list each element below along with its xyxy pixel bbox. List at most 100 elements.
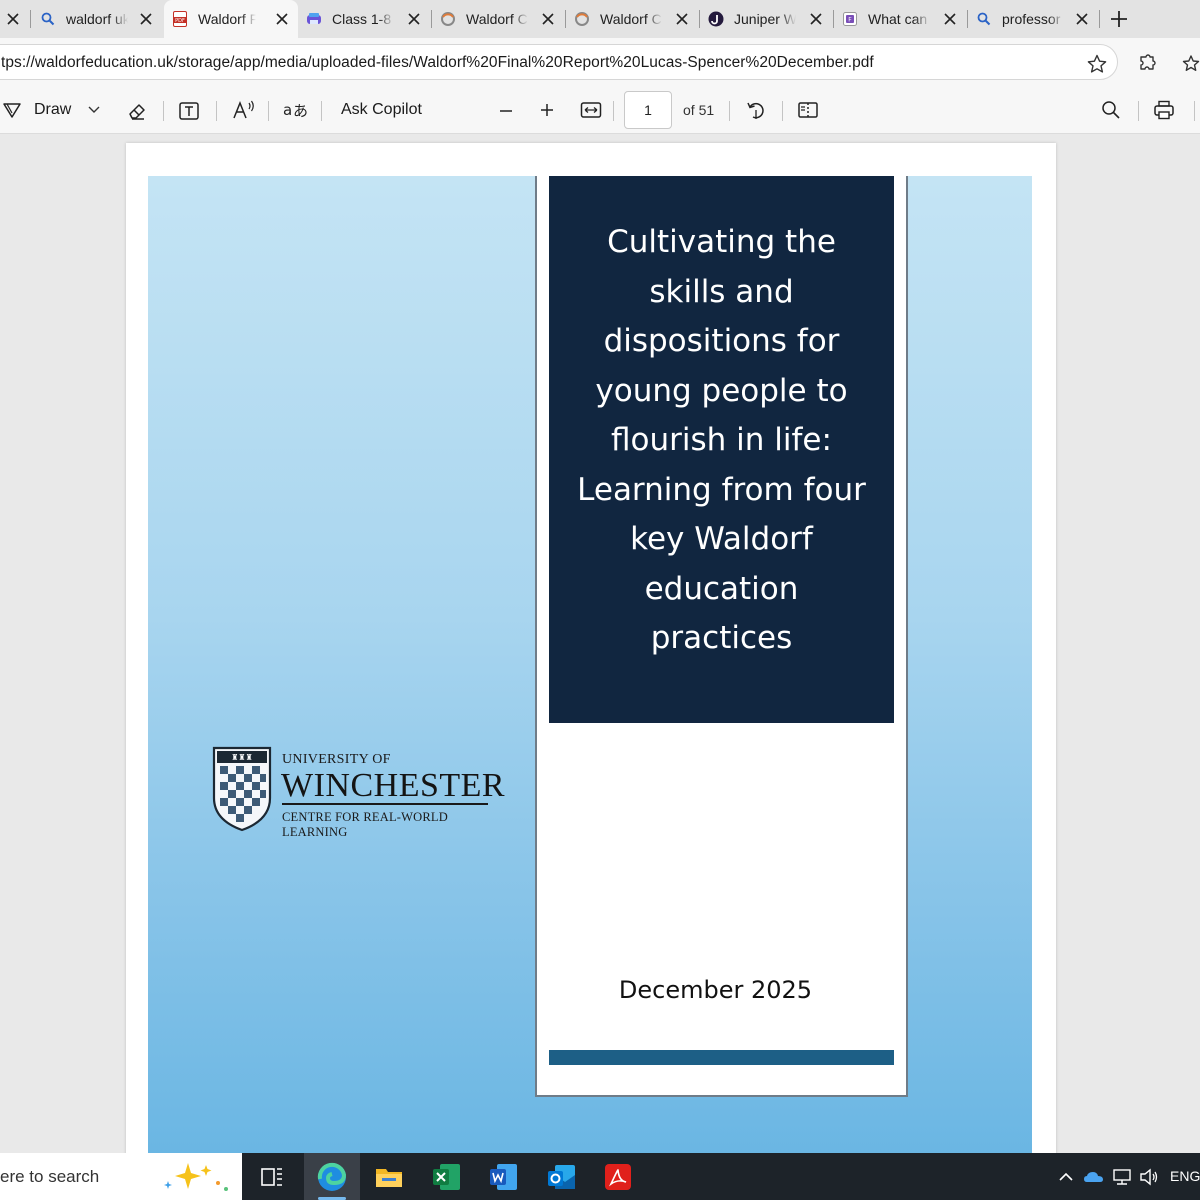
tab-1[interactable]: PDF Waldorf Final Report — [164, 0, 298, 38]
favorites-icon[interactable] — [1182, 53, 1200, 75]
university-logo: ♜♜♜ UNIVERSITY OF WINCHESTER CENTRE FOR … — [212, 746, 506, 839]
toolbar-separator — [613, 101, 614, 121]
draw-button[interactable]: Draw — [34, 101, 71, 119]
zoom-in-icon[interactable] — [539, 102, 555, 118]
svg-text:♜♜♜: ♜♜♜ — [231, 753, 253, 762]
title-line: Cultivating the — [607, 224, 836, 260]
onedrive-icon[interactable] — [1083, 1167, 1105, 1187]
page-number-input[interactable]: 1 — [624, 91, 672, 129]
tab-0[interactable]: waldorf uk — [32, 0, 162, 38]
toolbar-separator — [1194, 101, 1195, 121]
tab-separator — [1099, 10, 1100, 28]
pdf-toolbar: Draw aあ Ask Copilot 1 of 51 — [0, 86, 1200, 134]
tab-separator — [30, 10, 31, 28]
close-icon[interactable] — [406, 11, 422, 27]
close-icon[interactable] — [942, 11, 958, 27]
forms-icon: F — [843, 12, 857, 26]
tab-title: Juniper W — [734, 11, 796, 27]
pdf-icon: PDF — [173, 11, 187, 27]
close-icon[interactable] — [274, 11, 290, 27]
title-card: Cultivating the skills and dispositions … — [535, 176, 908, 1097]
close-icon[interactable] — [540, 11, 556, 27]
rotate-icon[interactable] — [745, 99, 767, 121]
word-icon[interactable] — [487, 1161, 519, 1193]
close-icon[interactable] — [1074, 11, 1090, 27]
volume-icon[interactable] — [1139, 1167, 1159, 1187]
taskbar: ere to search ENG — [0, 1153, 1200, 1200]
fit-width-icon[interactable] — [580, 100, 602, 120]
printer-icon — [307, 13, 321, 24]
search-placeholder[interactable]: ere to search — [0, 1167, 99, 1187]
chevron-down-icon[interactable] — [88, 105, 100, 115]
tab-strip: waldorf uk PDF Waldorf Final Report Clas… — [0, 0, 1200, 38]
network-icon[interactable] — [1112, 1167, 1132, 1187]
title-line: dispositions for — [603, 323, 840, 359]
toolbar-separator — [216, 101, 217, 121]
logo-divider — [282, 803, 488, 805]
svg-text:PDF: PDF — [175, 18, 185, 24]
tab-3[interactable]: Waldorf C — [432, 0, 564, 38]
tab-title: Class 1-8 — [332, 11, 392, 27]
page-view-icon[interactable] — [797, 100, 819, 120]
close-icon[interactable] — [5, 11, 21, 27]
tab-7[interactable]: professor — [968, 0, 1098, 38]
tab-title: Waldorf C — [466, 11, 528, 27]
sparkle-icon — [164, 1163, 228, 1191]
draw-icon[interactable] — [2, 100, 22, 120]
excel-icon[interactable] — [430, 1161, 462, 1193]
toolbar-separator — [321, 101, 322, 121]
tab-title: waldorf uk — [66, 11, 128, 27]
chevron-up-icon[interactable] — [1056, 1167, 1076, 1187]
toolbar-separator — [1138, 101, 1139, 121]
search-icon[interactable] — [1101, 100, 1121, 120]
toolbar-separator — [163, 101, 164, 121]
svg-text:あ: あ — [293, 102, 308, 120]
language-indicator[interactable]: ENG — [1170, 1168, 1200, 1184]
search-icon — [977, 12, 991, 26]
title-line: young people to — [595, 372, 848, 409]
tab-title: Waldorf C — [600, 11, 662, 27]
print-icon[interactable] — [1153, 99, 1175, 121]
text-box-icon[interactable] — [178, 100, 200, 122]
accent-bar — [549, 1050, 894, 1065]
tab-title: professor — [1002, 11, 1061, 27]
juniper-icon — [708, 11, 724, 27]
university-crest-icon: ♜♜♜ — [212, 746, 272, 832]
acrobat-icon[interactable] — [602, 1161, 634, 1193]
title-line: Learning from four — [577, 471, 866, 508]
tab-2[interactable]: Class 1-8 — [298, 0, 430, 38]
file-explorer-icon[interactable] — [373, 1161, 405, 1193]
tab-6[interactable]: F What can — [834, 0, 966, 38]
close-icon[interactable] — [674, 11, 690, 27]
cover-background: ♜♜♜ UNIVERSITY OF WINCHESTER CENTRE FOR … — [148, 176, 1032, 1153]
copilot-icon — [441, 12, 455, 26]
zoom-out-icon[interactable] — [498, 103, 514, 119]
edge-icon[interactable] — [316, 1161, 348, 1193]
read-aloud-icon[interactable] — [232, 99, 256, 121]
toolbar-separator — [268, 101, 269, 121]
close-icon[interactable] — [808, 11, 824, 27]
logo-line-3: CENTRE FOR REAL-WORLD LEARNING — [282, 810, 448, 839]
outlook-icon[interactable] — [545, 1161, 577, 1193]
ask-copilot-button[interactable]: Ask Copilot — [341, 101, 422, 119]
title-line: key Waldorf — [630, 521, 813, 557]
taskbar-search[interactable]: ere to search — [0, 1153, 242, 1200]
translate-icon[interactable]: aあ — [282, 99, 308, 121]
tab-5[interactable]: Juniper W — [700, 0, 832, 38]
search-icon — [41, 12, 55, 26]
address-bar[interactable]: tps://waldorfeducation.uk/storage/app/me… — [0, 44, 1118, 80]
url-text[interactable]: tps://waldorfeducation.uk/storage/app/me… — [1, 54, 874, 72]
favorite-star-icon[interactable] — [1086, 53, 1108, 75]
close-icon[interactable] — [138, 11, 154, 27]
eraser-icon[interactable] — [126, 100, 148, 122]
title-line: practices — [650, 620, 793, 656]
extensions-icon[interactable] — [1137, 53, 1157, 73]
document-title: Cultivating the skills and dispositions … — [559, 218, 884, 664]
copilot-icon — [575, 12, 589, 26]
new-tab-icon[interactable] — [1108, 8, 1130, 30]
task-view-icon[interactable] — [256, 1161, 288, 1193]
tab-4[interactable]: Waldorf C — [566, 0, 698, 38]
pdf-viewer[interactable]: ♜♜♜ UNIVERSITY OF WINCHESTER CENTRE FOR … — [0, 134, 1200, 1153]
logo-line-2: WINCHESTER — [281, 767, 506, 804]
page-count: of 51 — [683, 102, 715, 118]
